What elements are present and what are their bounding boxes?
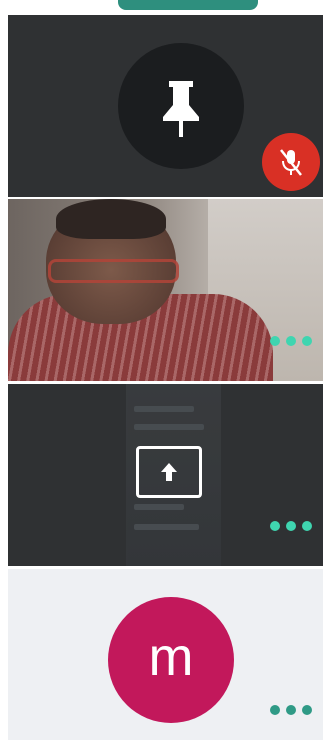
more-options-button[interactable] [270, 336, 312, 346]
avatar: m [108, 597, 234, 723]
participant-tile-avatar[interactable]: m [8, 569, 323, 740]
pin-button[interactable] [118, 43, 244, 169]
participant-tile-video[interactable] [8, 199, 323, 381]
more-options-icon [270, 336, 280, 346]
more-options-button[interactable] [270, 705, 312, 715]
top-handle[interactable] [118, 0, 258, 10]
meeting-participant-list: m [0, 0, 329, 740]
participant-tile-pinned[interactable] [8, 15, 323, 197]
more-options-icon [270, 521, 280, 531]
present-screen-icon [161, 463, 177, 481]
glasses [48, 259, 179, 283]
mic-off-indicator [262, 133, 320, 191]
more-options-button[interactable] [270, 521, 312, 531]
participant-tile-presentation[interactable] [8, 384, 323, 566]
pin-icon [163, 81, 199, 137]
mic-off-icon [280, 149, 302, 176]
present-screen-button[interactable] [136, 446, 202, 498]
camera-feed [8, 199, 323, 381]
more-options-icon [270, 705, 280, 715]
